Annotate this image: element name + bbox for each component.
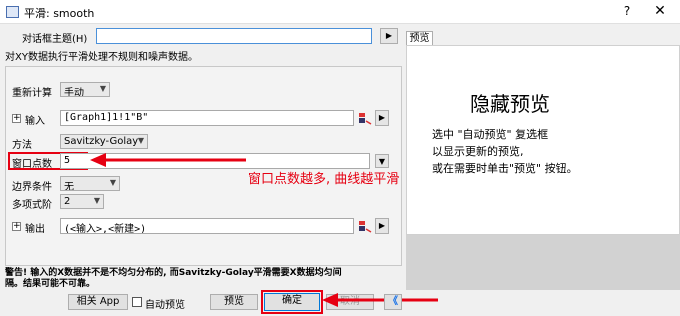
output-field[interactable]: (<输入>,<新建>) (60, 218, 354, 234)
annotation-text: 窗口点数越多, 曲线越平滑 (248, 172, 400, 187)
select-range-icon[interactable] (358, 111, 372, 125)
dialog-description: 对XY数据执行平滑处理不规则和噪声数据。 (5, 52, 198, 63)
tab-preview[interactable]: 预览 (406, 31, 433, 45)
input-menu-button[interactable]: ▶ (375, 110, 389, 126)
auto-preview-label: 自动预览 (145, 300, 185, 311)
warning-line-2: 隔。结果可能不可靠。 (5, 279, 96, 289)
expand-output-icon[interactable]: + (12, 222, 21, 231)
recalc-select[interactable]: 手动 ▼ (60, 82, 110, 97)
preview-desc-line-3: 或在需要时单击"预览" 按钮。 (432, 162, 578, 175)
annotation-arrow-ok (322, 293, 438, 307)
recalc-value: 手动 (64, 88, 84, 97)
dialog-theme-menu-button[interactable]: ▶ (380, 28, 398, 44)
method-select[interactable]: Savitzky-Golay ▼ (60, 134, 148, 149)
boundary-label: 边界条件 (12, 182, 52, 193)
auto-preview-checkbox[interactable] (132, 297, 142, 307)
output-menu-button[interactable]: ▶ (375, 218, 389, 234)
chevron-down-icon: ▼ (137, 136, 144, 145)
app-icon (6, 6, 19, 18)
output-label: 输出 (25, 224, 45, 235)
collapse-panel-button[interactable]: 《 (384, 294, 402, 310)
dialog-theme-label: 对话框主题(H) (22, 34, 88, 45)
chevron-down-icon: ▼ (109, 178, 116, 187)
poly-order-label: 多项式阶 (12, 200, 52, 211)
chevron-down-icon: ▼ (93, 196, 100, 205)
warning-line-1: 警告! 输入的X数据并不是不均匀分布的, 而Savitzky-Golay平滑需要… (5, 268, 342, 278)
input-range-field[interactable]: [Graph1]1!1"B" (60, 110, 354, 126)
chevron-down-icon: ▼ (99, 84, 106, 93)
help-button[interactable]: ? (620, 4, 634, 18)
preview-button[interactable]: 预览 (210, 294, 258, 310)
related-app-button[interactable]: 相关 App (68, 294, 128, 310)
method-value: Savitzky-Golay (64, 136, 139, 147)
close-button[interactable]: ✕ (652, 3, 668, 19)
preview-hidden-title: 隐藏预览 (470, 92, 550, 116)
preview-description: 选中 "自动预览" 复选框 以显示更新的预览, 或在需要时单击"预览" 按钮。 (432, 126, 578, 177)
title-bar (0, 0, 680, 24)
recalc-label: 重新计算 (12, 88, 52, 99)
preview-desc-line-2: 以显示更新的预览, (432, 145, 524, 158)
boundary-value: 无 (64, 182, 74, 191)
dialog-theme-input[interactable] (96, 28, 372, 44)
method-label: 方法 (12, 140, 32, 151)
select-output-icon[interactable] (358, 219, 372, 233)
input-label: 输入 (25, 116, 45, 127)
poly-order-value: 2 (64, 196, 71, 207)
points-dropdown-button[interactable]: ▼ (375, 154, 389, 168)
window-title: 平滑: smooth (24, 7, 95, 20)
poly-order-select[interactable]: 2 ▼ (60, 194, 104, 209)
points-label: 窗口点数 (12, 159, 52, 170)
preview-desc-line-1: 选中 "自动预览" 复选框 (432, 128, 549, 141)
preview-footer-area (406, 235, 680, 290)
boundary-select[interactable]: 无 ▼ (60, 176, 120, 191)
warning-message: 警告! 输入的X数据并不是不均匀分布的, 而Savitzky-Golay平滑需要… (5, 268, 402, 290)
expand-input-icon[interactable]: + (12, 114, 21, 123)
ok-highlight-box (261, 290, 323, 314)
annotation-arrow-points (90, 153, 246, 167)
